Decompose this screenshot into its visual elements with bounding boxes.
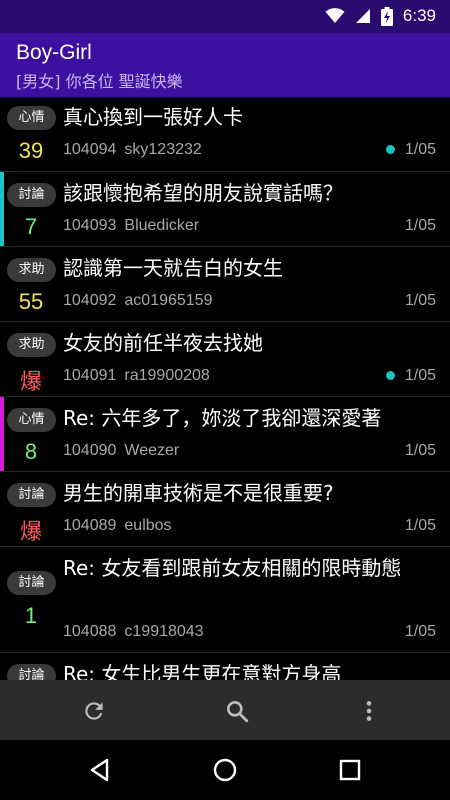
article-id: 104093	[63, 217, 117, 234]
post-date: 1/05	[404, 517, 436, 534]
post-side: 討論	[0, 653, 62, 680]
post-side: 心情 8	[0, 397, 62, 471]
post-row[interactable]: 心情 8 Re: 六年多了，妳淡了我卻還深愛著 104090 Weezer 1/…	[0, 397, 450, 472]
post-meta: 104089 eulbos 1/05	[63, 517, 436, 535]
push-count: 8	[24, 439, 38, 464]
post-author: sky123232	[124, 141, 202, 158]
system-nav-bar	[0, 740, 450, 800]
post-side: 討論 1	[0, 547, 62, 652]
push-count: 爆	[19, 519, 42, 544]
category-tag: 心情	[7, 106, 56, 130]
battery-charging-icon	[380, 6, 393, 26]
wifi-icon	[325, 8, 345, 23]
category-tag: 求助	[7, 258, 56, 282]
category-tag: 討論	[7, 571, 56, 595]
article-id: 104091	[63, 367, 117, 384]
post-side: 求助 55	[0, 247, 62, 321]
post-date: 1/05	[404, 141, 436, 158]
article-id: 104094	[63, 141, 117, 158]
post-date: 1/05	[404, 292, 436, 309]
category-tag: 心情	[7, 408, 56, 432]
post-title: 該跟懷抱希望的朋友說實話嗎？	[63, 181, 343, 205]
signal-icon	[355, 9, 370, 23]
post-accent-bar	[0, 547, 4, 652]
post-row[interactable]: 求助 爆 女友的前任半夜去找她 104091 ra19900208 1/05	[0, 322, 450, 397]
category-tag: 討論	[7, 183, 56, 207]
board-subtitle: [男女] 你各位 聖誕快樂	[16, 72, 183, 91]
post-date: 1/05	[404, 623, 436, 640]
push-count: 39	[18, 138, 44, 163]
post-title: 女友的前任半夜去找她	[63, 331, 263, 355]
post-title: Re: 女友看到跟前女友相關的限時動態	[63, 556, 402, 580]
post-side: 討論 爆	[0, 472, 62, 546]
post-title: Re: 六年多了，妳淡了我卻還深愛著	[63, 406, 382, 430]
post-author: Weezer	[124, 442, 180, 459]
post-author: c19918043	[124, 623, 204, 640]
article-id: 104090	[63, 442, 117, 459]
post-meta: 104092 ac01965159 1/05	[63, 292, 436, 310]
post-side: 求助 爆	[0, 322, 62, 396]
post-side: 心情 39	[0, 97, 62, 171]
bottom-toolbar	[0, 680, 450, 740]
recents-icon[interactable]	[336, 756, 364, 784]
post-date: 1/05	[404, 442, 436, 459]
post-row[interactable]: 討論 7 該跟懷抱希望的朋友說實話嗎？ 104093 Bluedicker 1/…	[0, 172, 450, 247]
post-author: Bluedicker	[124, 217, 200, 234]
post-accent-bar	[0, 653, 4, 680]
post-row[interactable]: 討論 1 Re: 女友看到跟前女友相關的限時動態 104088 c1991804…	[0, 547, 450, 653]
back-icon[interactable]	[86, 756, 114, 784]
post-meta: 104093 Bluedicker 1/05	[63, 217, 436, 235]
more-vert-icon[interactable]	[356, 698, 382, 724]
post-row[interactable]: 討論 爆 男生的開車技術是不是很重要? 104089 eulbos 1/05	[0, 472, 450, 547]
clock: 6:39	[402, 6, 436, 25]
post-author: ac01965159	[124, 292, 213, 309]
article-id: 104089	[63, 517, 117, 534]
unread-dot	[385, 145, 395, 154]
status-icons: 6:39	[325, 6, 436, 26]
post-list[interactable]: 心情 39 真心換到一張好人卡 104094 sky123232 1/05 討論…	[0, 97, 450, 680]
post-title: 認識第一天就告白的女生	[63, 256, 283, 280]
push-count: 爆	[19, 369, 42, 394]
article-id: 104092	[63, 292, 117, 309]
category-tag: 討論	[7, 664, 56, 680]
post-meta: 104094 sky123232 1/05	[63, 141, 436, 159]
push-count: 55	[18, 289, 44, 314]
post-row[interactable]: 心情 39 真心換到一張好人卡 104094 sky123232 1/05	[0, 97, 450, 172]
post-date: 1/05	[404, 367, 436, 384]
post-title: 男生的開車技術是不是很重要?	[63, 481, 334, 505]
category-tag: 求助	[7, 333, 56, 357]
refresh-icon[interactable]	[81, 698, 107, 724]
post-row[interactable]: 求助 55 認識第一天就告白的女生 104092 ac01965159 1/05	[0, 247, 450, 322]
push-count: 1	[24, 603, 38, 628]
post-author: ra19900208	[124, 367, 210, 384]
post-author: eulbos	[124, 517, 172, 534]
post-meta: 104091 ra19900208 1/05	[63, 367, 436, 385]
board-title: Boy-Girl	[16, 41, 92, 64]
post-row[interactable]: 討論 Re: 女生比男生更在意對方身高	[0, 653, 450, 680]
post-title: 真心換到一張好人卡	[63, 105, 243, 129]
post-date: 1/05	[404, 217, 436, 234]
post-meta: 104090 Weezer 1/05	[63, 442, 436, 460]
status-bar: 6:39	[0, 0, 450, 33]
article-id: 104088	[63, 623, 117, 640]
post-title: Re: 女生比男生更在意對方身高	[63, 662, 342, 680]
post-meta: 104088 c19918043 1/05	[63, 623, 436, 641]
category-tag: 討論	[7, 483, 56, 507]
post-side: 討論 7	[0, 172, 62, 246]
search-icon[interactable]	[224, 698, 250, 724]
app-bar: Boy-Girl [男女] 你各位 聖誕快樂	[0, 33, 450, 97]
home-icon[interactable]	[211, 756, 239, 784]
push-count: 7	[24, 214, 38, 239]
unread-dot	[385, 371, 395, 380]
